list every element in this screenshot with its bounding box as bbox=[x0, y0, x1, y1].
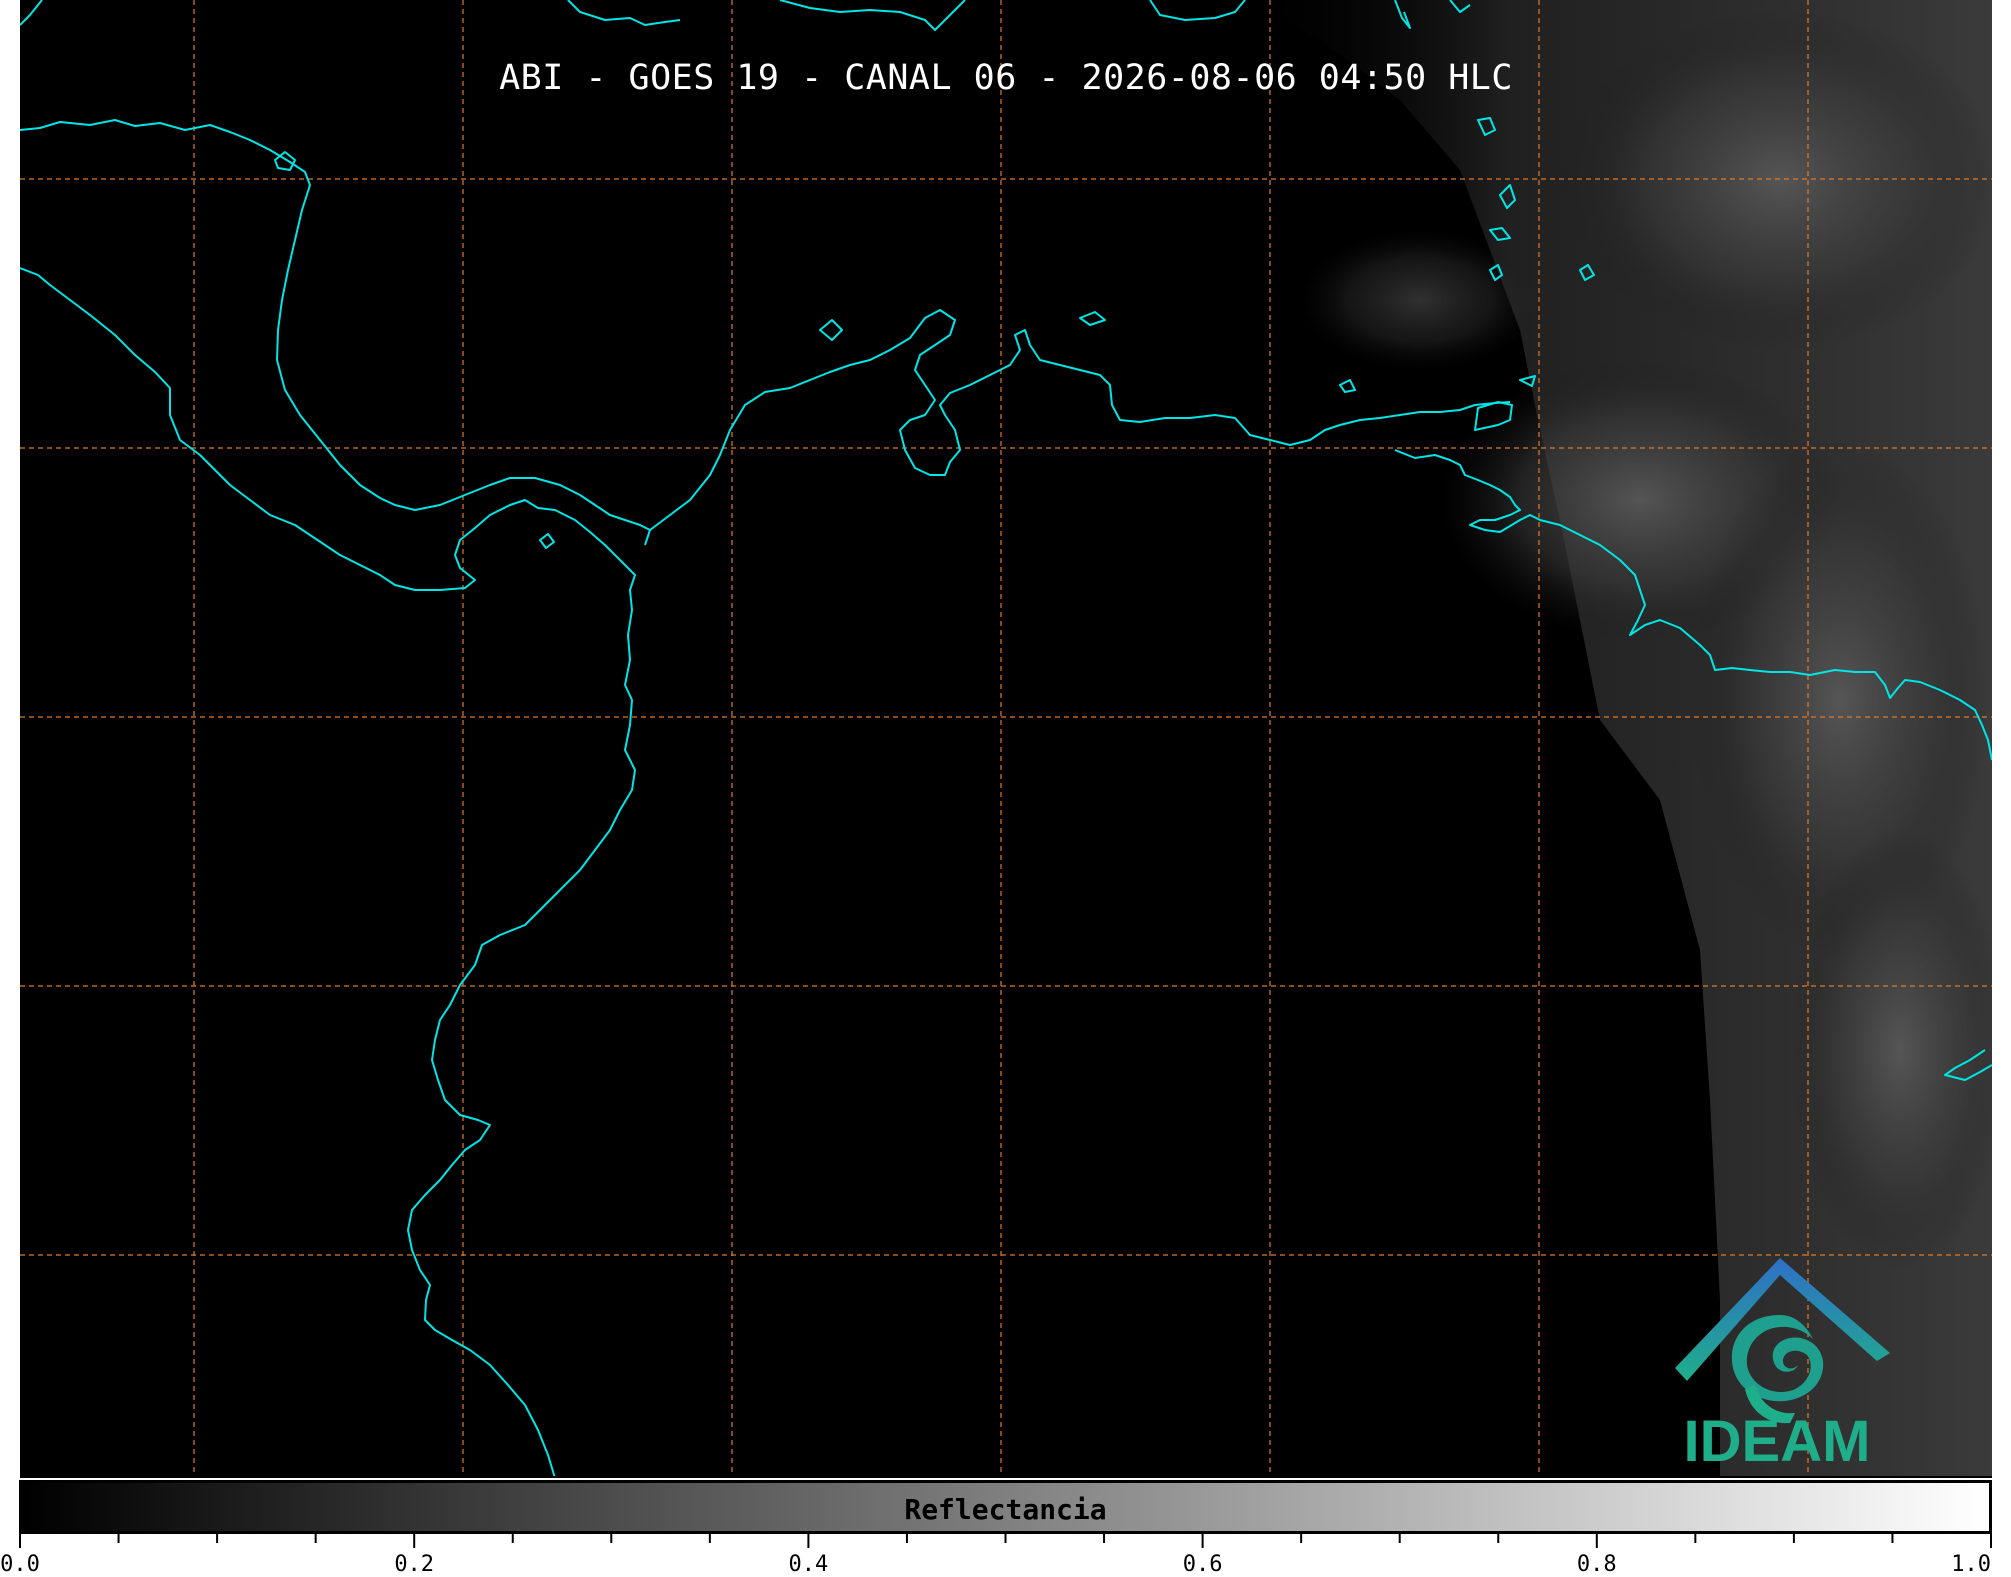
colorbar-tick-label: 0.4 bbox=[789, 1552, 829, 1577]
colorbar-tick-label: 1.0 bbox=[1951, 1552, 1991, 1577]
logo-text: IDEAM bbox=[1684, 1409, 1871, 1468]
ideam-logo-icon: IDEAM bbox=[1675, 1258, 1890, 1468]
colorbar-tick-label: 0.0 bbox=[0, 1552, 40, 1577]
map-title: ABI - GOES 19 - CANAL 06 - 2026-08-06 04… bbox=[499, 58, 1513, 98]
colorbar-tick-label: 0.8 bbox=[1577, 1552, 1617, 1577]
colorbar-ticks: 0.0 0.2 0.4 0.6 0.8 1.0 bbox=[0, 1534, 1992, 1577]
colorbar: Reflectancia bbox=[19, 1480, 1992, 1534]
colorbar-label: Reflectancia bbox=[904, 1493, 1107, 1526]
satellite-map: ABI - GOES 19 - CANAL 06 - 2026-08-06 04… bbox=[20, 0, 1992, 1478]
colorbar-tick-label: 0.2 bbox=[394, 1552, 434, 1577]
colorbar-tick-label: 0.6 bbox=[1183, 1552, 1223, 1577]
